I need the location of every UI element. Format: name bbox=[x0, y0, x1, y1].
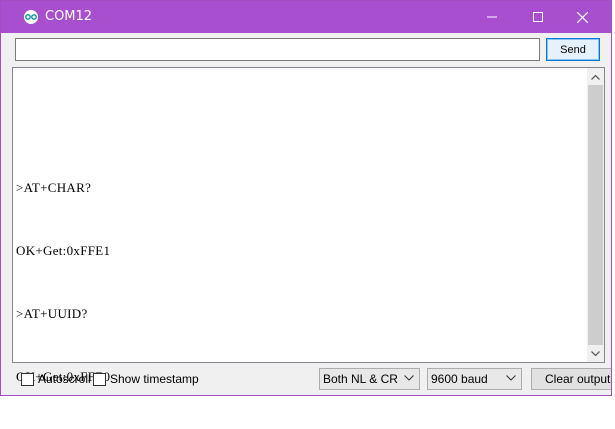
send-input[interactable] bbox=[15, 38, 540, 61]
baud-rate-value: 9600 baud bbox=[431, 372, 488, 386]
vertical-scrollbar[interactable] bbox=[587, 68, 604, 362]
maximize-button[interactable] bbox=[515, 1, 561, 33]
bottom-bar: Autoscroll Show timestamp Both NL & CR 9… bbox=[1, 364, 611, 394]
baud-rate-select[interactable]: 9600 baud bbox=[427, 368, 522, 390]
send-row: Send bbox=[1, 33, 611, 65]
send-button[interactable]: Send bbox=[546, 38, 600, 61]
chevron-up-icon bbox=[591, 74, 600, 80]
chevron-down-icon bbox=[404, 375, 414, 381]
serial-monitor-window: COM12 Send >AT+CHAR? OK+Get:0xFFE1 >AT+U… bbox=[0, 0, 612, 396]
window-title: COM12 bbox=[45, 9, 93, 24]
autoscroll-label: Autoscroll bbox=[38, 372, 91, 386]
minimize-icon bbox=[487, 16, 497, 18]
autoscroll-checkbox[interactable]: Autoscroll bbox=[21, 371, 91, 387]
chevron-down-icon bbox=[506, 375, 516, 381]
output-line: OK+Get:0xFFE1 bbox=[16, 243, 111, 258]
output-line: >AT+UUID? bbox=[16, 306, 88, 321]
show-timestamp-checkbox-box[interactable] bbox=[93, 372, 106, 386]
serial-output[interactable]: >AT+CHAR? OK+Get:0xFFE1 >AT+UUID? OK+Get… bbox=[12, 67, 605, 384]
close-button[interactable] bbox=[559, 1, 605, 33]
scroll-down-button[interactable] bbox=[587, 345, 604, 362]
close-icon bbox=[576, 11, 588, 23]
autoscroll-checkbox-box[interactable] bbox=[21, 372, 34, 386]
maximize-icon bbox=[533, 12, 543, 22]
chevron-down-icon bbox=[591, 350, 600, 356]
scroll-thumb[interactable] bbox=[588, 85, 603, 345]
line-ending-select[interactable]: Both NL & CR bbox=[319, 368, 420, 390]
title-bar[interactable]: COM12 bbox=[1, 1, 611, 33]
arduino-icon bbox=[24, 10, 38, 24]
show-timestamp-label: Show timestamp bbox=[110, 372, 199, 386]
scroll-up-button[interactable] bbox=[587, 68, 604, 85]
show-timestamp-checkbox[interactable]: Show timestamp bbox=[93, 371, 199, 387]
line-ending-value: Both NL & CR bbox=[323, 372, 398, 386]
minimize-button[interactable] bbox=[469, 1, 515, 33]
output-line: >AT+CHAR? bbox=[16, 180, 92, 195]
clear-output-button[interactable]: Clear output bbox=[531, 368, 611, 390]
